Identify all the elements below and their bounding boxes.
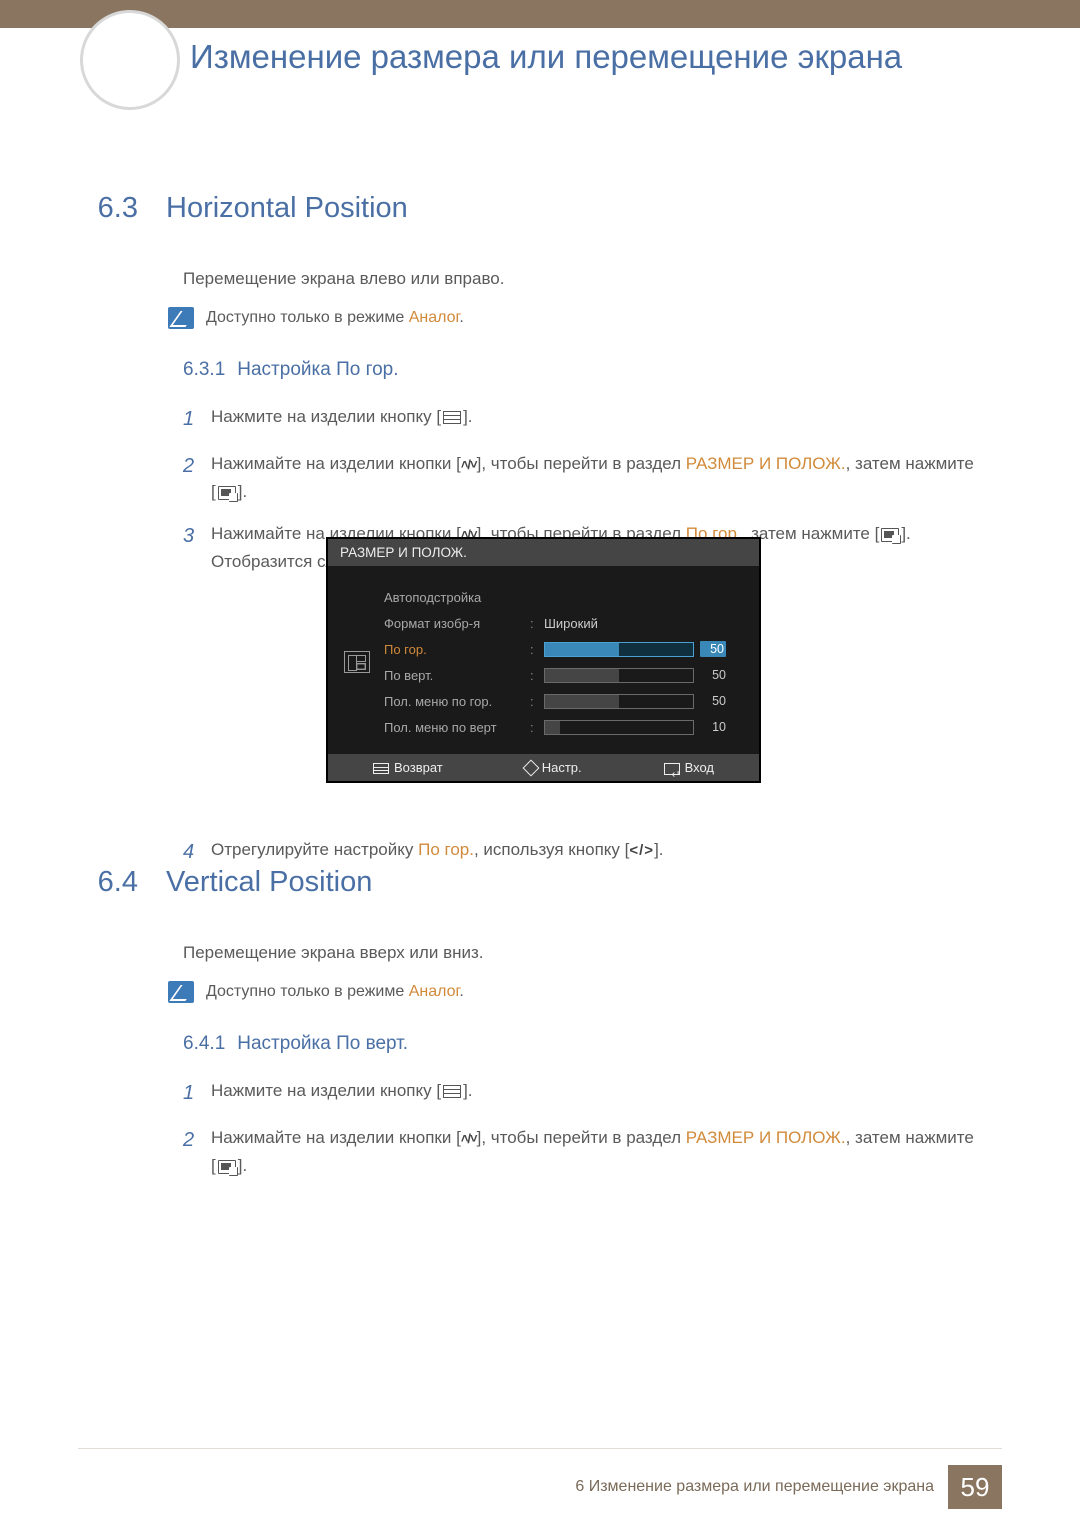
osd-label: По гор.	[384, 642, 524, 657]
step-number: 2	[183, 1124, 197, 1180]
note-accent: Аналог	[409, 983, 460, 1000]
osd-slider	[544, 720, 694, 735]
subsection-heading: 6.3.1 Настройка По гор.	[183, 359, 980, 381]
step-2: 2 Нажимайте на изделии кнопки [˄/˅], что…	[183, 1124, 980, 1180]
step-number: 2	[183, 450, 197, 506]
note: Доступно только в режиме Аналог.	[168, 307, 980, 329]
section-vertical-position: 6.4 Vertical Position Перемещение экрана…	[88, 866, 980, 1194]
chapter-title: Изменение размера или перемещение экрана	[190, 36, 1000, 77]
step-text: Нажимайте на изделии кнопки [˄/˅], чтобы…	[211, 450, 980, 506]
step-1: 1 Нажмите на изделии кнопку [].	[183, 1077, 980, 1110]
enter-icon	[218, 486, 236, 500]
section-heading: 6.3 Horizontal Position	[88, 192, 980, 225]
section-title: Horizontal Position	[166, 192, 408, 225]
osd-footer-back: Возврат	[373, 760, 443, 775]
note-suffix: .	[459, 309, 463, 326]
step-2: 2 Нажимайте на изделии кнопки [˄/˅], что…	[183, 450, 980, 506]
osd-row-menu-v: Пол. меню по верт : 10	[384, 714, 741, 740]
osd-row-vpos: По верт. : 50	[384, 662, 741, 688]
note-text: Доступно только в режиме Аналог.	[206, 981, 464, 1001]
step-number: 1	[183, 403, 197, 436]
osd-label: Автоподстройка	[384, 590, 524, 605]
osd-slider	[544, 642, 694, 657]
osd-row-hpos: По гор. : 50	[384, 636, 741, 662]
section-number: 6.4	[88, 866, 138, 899]
section-number: 6.3	[88, 192, 138, 225]
osd-footer-adjust: Настр.	[525, 760, 582, 775]
osd-rows: Автоподстройка Формат изобр-я : Широкий …	[384, 584, 741, 740]
adjust-icon	[522, 760, 539, 777]
osd-label: Пол. меню по гор.	[384, 694, 524, 709]
step-1: 1 Нажмите на изделии кнопку [].	[183, 403, 980, 436]
steps-list: 1 Нажмите на изделии кнопку []. 2 Нажима…	[183, 1077, 980, 1180]
subsection-number: 6.4.1	[183, 1033, 225, 1054]
note-icon	[168, 981, 194, 1003]
osd-value: Широкий	[544, 616, 598, 631]
size-position-icon	[344, 651, 370, 673]
footer-rule	[78, 1448, 1002, 1449]
osd-footer: Возврат Настр. Вход	[328, 754, 759, 781]
osd-value: 10	[700, 720, 726, 734]
step-number: 3	[183, 520, 197, 576]
accent-text: По гор.	[418, 840, 474, 859]
subsection-heading: 6.4.1 Настройка По верт.	[183, 1033, 980, 1055]
section-title: Vertical Position	[166, 866, 372, 899]
osd-label: По верт.	[384, 668, 524, 683]
note-prefix: Доступно только в режиме	[206, 309, 409, 326]
subsection-title: Настройка По гор.	[237, 359, 398, 380]
section-intro: Перемещение экрана вверх или вниз.	[183, 943, 980, 963]
osd-screenshot: РАЗМЕР И ПОЛОЖ. Автоподстройка Формат из…	[326, 537, 761, 783]
note-icon	[168, 307, 194, 329]
osd-footer-enter: Вход	[664, 760, 714, 775]
up-down-icon: ˄/˅	[461, 1131, 477, 1146]
osd-label: Формат изобр-я	[384, 616, 524, 631]
step-text: Нажмите на изделии кнопку [].	[211, 403, 473, 436]
step-number: 4	[183, 836, 197, 869]
menu-button-icon	[443, 411, 461, 424]
osd-menu: РАЗМЕР И ПОЛОЖ. Автоподстройка Формат из…	[326, 537, 761, 783]
section-heading: 6.4 Vertical Position	[88, 866, 980, 899]
subsection-number: 6.3.1	[183, 359, 225, 380]
osd-slider	[544, 694, 694, 709]
osd-slider	[544, 668, 694, 683]
footer-chapter-text: 6 Изменение размера или перемещение экра…	[575, 1478, 934, 1496]
note-prefix: Доступно только в режиме	[206, 983, 409, 1000]
subsection-title: Настройка По верт.	[237, 1033, 408, 1054]
osd-title: РАЗМЕР И ПОЛОЖ.	[328, 539, 759, 566]
step-text: Нажимайте на изделии кнопки [˄/˅], чтобы…	[211, 1124, 980, 1180]
chapter-ornament	[80, 10, 180, 110]
enter-icon	[881, 528, 899, 542]
step-4: 4 Отрегулируйте настройку По гор., испол…	[183, 836, 980, 869]
osd-row-format: Формат изобр-я : Широкий	[384, 610, 741, 636]
osd-row-auto: Автоподстройка	[384, 584, 741, 610]
enter-icon	[218, 1160, 236, 1174]
osd-body: Автоподстройка Формат изобр-я : Широкий …	[328, 566, 759, 754]
osd-value: 50	[700, 668, 726, 682]
step-text: Отрегулируйте настройку По гор., использ…	[211, 836, 664, 869]
up-down-icon: ˄/˅	[461, 457, 477, 472]
note-accent: Аналог	[409, 309, 460, 326]
page-footer: 6 Изменение размера или перемещение экра…	[575, 1465, 1002, 1509]
note-suffix: .	[459, 983, 463, 1000]
osd-value: 50	[700, 641, 726, 657]
osd-category-icon-col	[338, 584, 376, 740]
menu-button-icon	[443, 1085, 461, 1098]
accent-text: РАЗМЕР И ПОЛОЖ.	[686, 454, 846, 473]
step-text: Нажмите на изделии кнопку [].	[211, 1077, 473, 1110]
page-number: 59	[948, 1465, 1002, 1509]
enter-icon	[664, 763, 680, 775]
menu-icon	[373, 763, 389, 774]
osd-row-menu-h: Пол. меню по гор. : 50	[384, 688, 741, 714]
note: Доступно только в режиме Аналог.	[168, 981, 980, 1003]
step-number: 1	[183, 1077, 197, 1110]
osd-value: 50	[700, 694, 726, 708]
section-intro: Перемещение экрана влево или вправо.	[183, 269, 980, 289]
note-text: Доступно только в режиме Аналог.	[206, 307, 464, 327]
left-right-icon: </>	[629, 842, 654, 859]
accent-text: РАЗМЕР И ПОЛОЖ.	[686, 1128, 846, 1147]
osd-label: Пол. меню по верт	[384, 720, 524, 735]
